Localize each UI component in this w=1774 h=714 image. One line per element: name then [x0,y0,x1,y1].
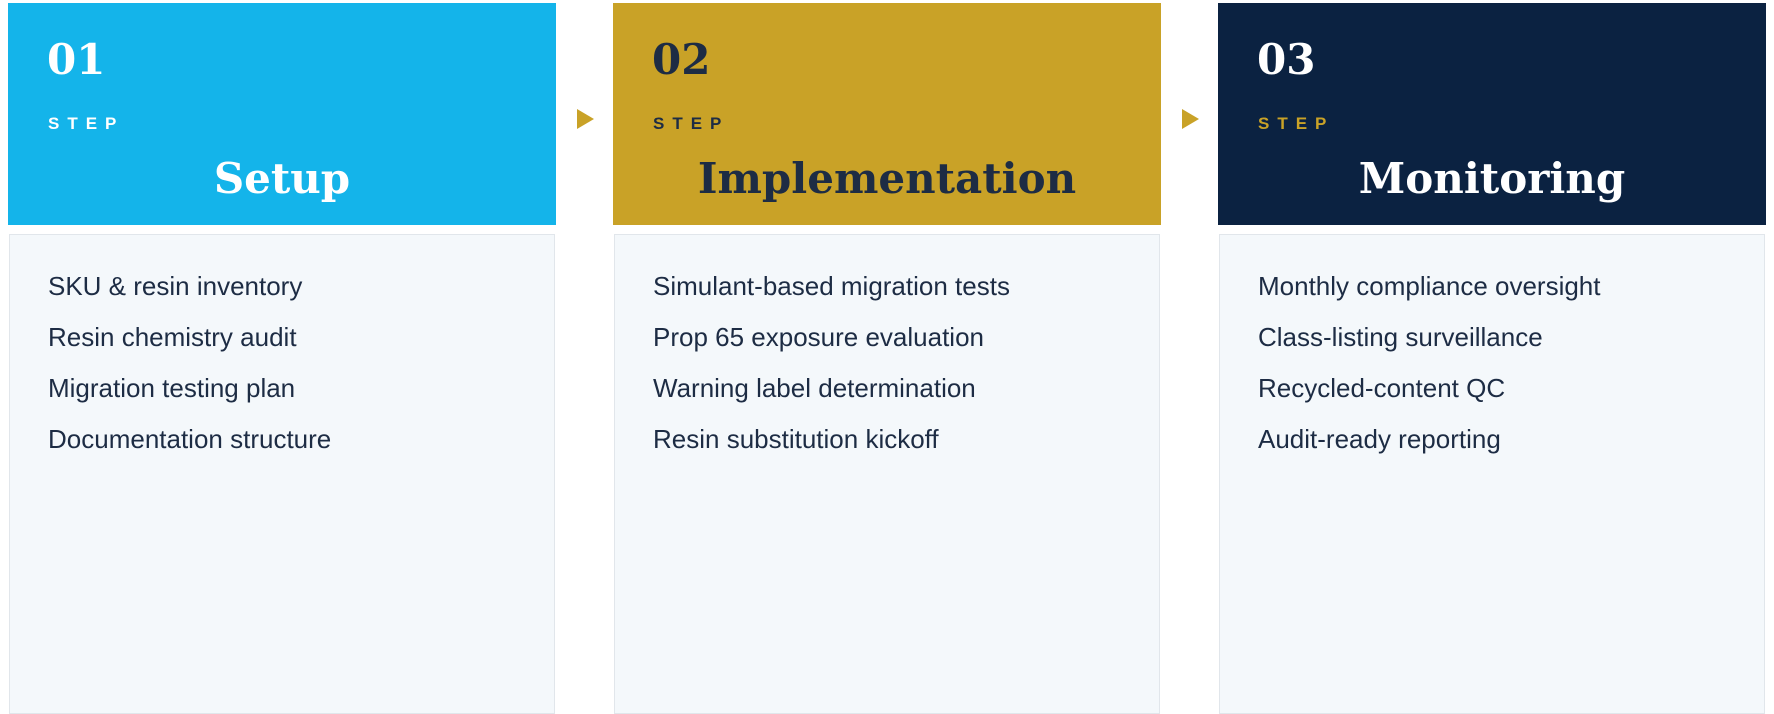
step-header-1: 01 STEP Setup [8,3,556,225]
list-item: Resin substitution kickoff [653,424,939,454]
step-column-2: 02 STEP Implementation Simulant-based mi… [613,3,1161,714]
list-item: Class-listing surveillance [1258,322,1543,352]
list-item: Recycled-content QC [1258,373,1506,403]
step-title: Setup [213,154,351,203]
step-title: Implementation [697,154,1077,203]
list-item: Migration testing plan [48,373,296,403]
step-label: STEP [1258,114,1335,133]
step-items-panel-3: Monthly compliance oversight Class-listi… [1219,234,1765,714]
arrow-right-icon [1182,109,1199,129]
arrow-right-icon [577,109,594,129]
step-header-3: 03 STEP Monitoring [1218,3,1766,225]
list-item: Documentation structure [48,424,332,454]
step-header-2: 02 STEP Implementation [613,3,1161,225]
list-item: SKU & resin inventory [48,271,303,301]
list-item: Prop 65 exposure evaluation [653,322,985,352]
step-label: STEP [48,114,125,133]
step-number: 03 [1257,35,1316,84]
step-number: 01 [47,35,106,84]
step-items-panel-2: Simulant-based migration tests Prop 65 e… [614,234,1160,714]
step-items-panel-1: SKU & resin inventory Resin chemistry au… [9,234,555,714]
list-item: Monthly compliance oversight [1258,271,1601,301]
step-title: Monitoring [1358,154,1626,203]
list-item: Audit-ready reporting [1258,424,1501,454]
step-column-1: 01 STEP Setup SKU & resin inventory Resi… [8,3,556,714]
list-item: Simulant-based migration tests [653,271,1010,301]
list-item: Warning label determination [653,373,976,403]
step-label: STEP [653,114,730,133]
step-column-3: 03 STEP Monitoring Monthly compliance ov… [1218,3,1766,714]
step-number: 02 [652,35,711,84]
list-item: Resin chemistry audit [48,322,297,352]
